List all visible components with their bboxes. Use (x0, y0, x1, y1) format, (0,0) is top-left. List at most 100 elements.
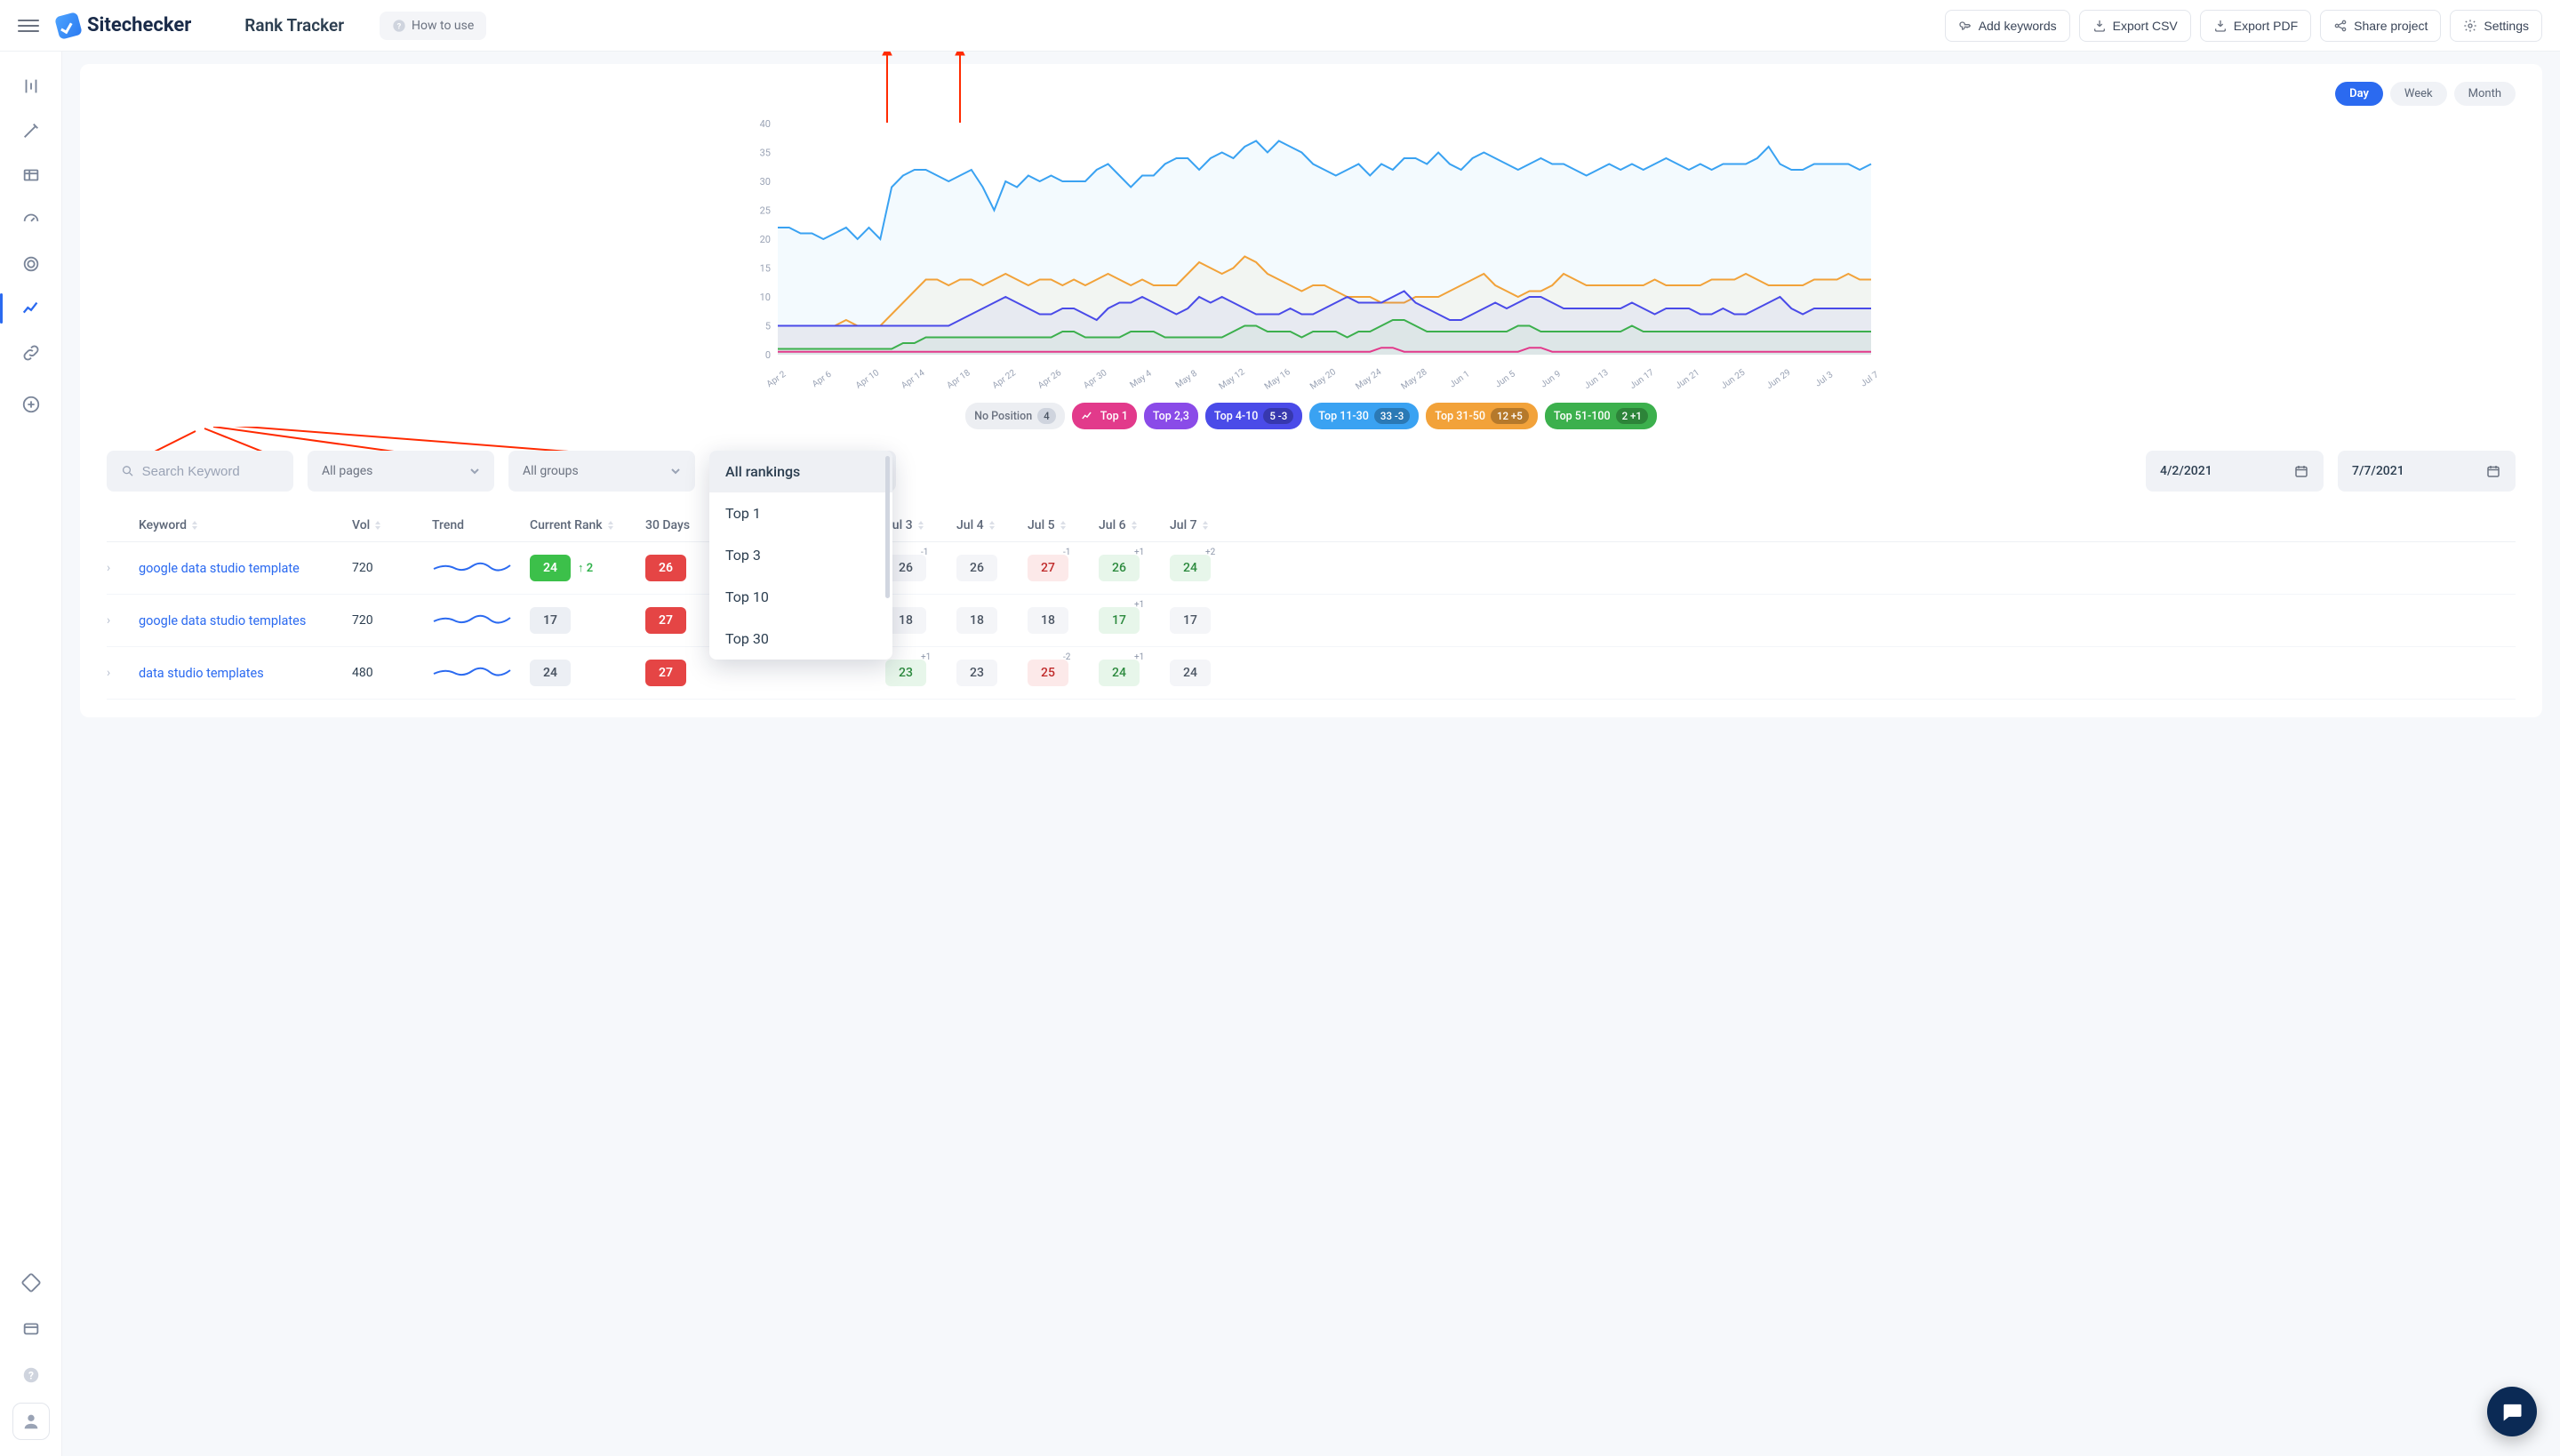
day-cell: -126 (885, 555, 956, 581)
col-jul3[interactable]: Jul 3 (885, 518, 956, 532)
sidebar-item-links[interactable] (12, 334, 50, 372)
col-jul6[interactable]: Jul 6 (1099, 518, 1170, 532)
day-cell: 18 (885, 607, 956, 634)
sidebar-item-rank-tracker[interactable] (12, 290, 50, 327)
sidebar-item-billing[interactable] (12, 1310, 50, 1348)
sidebar-item-crawl[interactable] (12, 68, 50, 105)
rankings-filter[interactable]: All rankings All rankingsTop 1Top 3Top 1… (709, 451, 896, 492)
dropdown-scrollbar[interactable] (885, 456, 890, 598)
legend-pill[interactable]: Top 51-1002 +1 (1545, 403, 1657, 429)
trend-cell (432, 556, 530, 580)
col-vol[interactable]: Vol (352, 518, 432, 532)
svg-text:?: ? (397, 21, 402, 31)
col-keyword[interactable]: Keyword (139, 518, 352, 532)
svg-text:25: 25 (760, 205, 771, 217)
day-cell: 23 (956, 660, 1028, 686)
pages-filter[interactable]: All pages (308, 451, 494, 492)
chevron-down-icon (469, 466, 480, 476)
granularity-month[interactable]: Month (2454, 82, 2516, 106)
sidebar-item-directions[interactable] (12, 1264, 50, 1301)
svg-text:Jun 21: Jun 21 (1674, 368, 1701, 390)
table-row: › google data studio templates 720 17 27… (107, 595, 2516, 647)
date-start-picker[interactable]: 4/2/2021 (2146, 451, 2324, 492)
svg-text:Apr 18: Apr 18 (945, 368, 972, 390)
svg-text:Jun 5: Jun 5 (1493, 369, 1517, 389)
chat-fab[interactable] (2487, 1387, 2537, 1436)
svg-text:15: 15 (760, 263, 771, 275)
date-end-picker[interactable]: 7/7/2021 (2338, 451, 2516, 492)
share-project-button[interactable]: Share project (2320, 10, 2441, 42)
vol-cell: 720 (352, 613, 432, 628)
sidebar-item-speed[interactable] (12, 201, 50, 238)
row-expand[interactable]: › (107, 561, 139, 575)
user-avatar[interactable] (12, 1403, 50, 1440)
keyword-link[interactable]: google data studio template (139, 561, 352, 576)
current-rank-cell: 17 (530, 607, 645, 634)
topbar-actions: Add keywords Export CSV Export PDF Share… (1945, 10, 2542, 42)
legend-pill[interactable]: Top 1 (1072, 403, 1137, 429)
legend-pill[interactable]: Top 11-3033 -3 (1309, 403, 1419, 429)
svg-text:May 16: May 16 (1263, 367, 1292, 390)
search-keyword-input[interactable] (107, 451, 293, 492)
svg-text:Jul 7: Jul 7 (1860, 370, 1881, 389)
legend-pill[interactable]: Top 4-105 -3 (1205, 403, 1302, 429)
brand-logo[interactable]: Sitechecker (57, 14, 191, 37)
keyword-link[interactable]: data studio templates (139, 666, 352, 681)
groups-filter[interactable]: All groups (508, 451, 695, 492)
svg-text:Apr 6: Apr 6 (811, 369, 834, 389)
svg-text:Apr 2: Apr 2 (765, 369, 788, 389)
col-jul5[interactable]: Jul 5 (1028, 518, 1099, 532)
rankings-option[interactable]: Top 3 (709, 534, 892, 576)
svg-text:Jul 3: Jul 3 (1813, 370, 1835, 388)
legend-pill[interactable]: Top 2,3 (1144, 403, 1198, 429)
settings-button[interactable]: Settings (2450, 10, 2542, 42)
keyword-link[interactable]: google data studio templates (139, 613, 352, 628)
day-cell: +124 (1099, 660, 1170, 686)
brand-name: Sitechecker (87, 14, 191, 36)
svg-text:Jun 1: Jun 1 (1448, 369, 1472, 389)
table-row: › google data studio template 720 24↑ 2 … (107, 542, 2516, 595)
svg-text:May 8: May 8 (1174, 369, 1200, 390)
granularity-week[interactable]: Week (2390, 82, 2447, 106)
sidebar-item-add[interactable] (12, 386, 50, 423)
export-pdf-button[interactable]: Export PDF (2200, 10, 2311, 42)
col-jul7[interactable]: Jul 7 (1170, 518, 1241, 532)
search-keyword-field[interactable] (142, 464, 279, 479)
rankings-option[interactable]: Top 30 (709, 618, 892, 660)
sidebar-item-table[interactable] (12, 156, 50, 194)
pages-filter-label: All pages (322, 464, 372, 478)
chat-icon (2500, 1399, 2524, 1424)
day-cell: 18 (1028, 607, 1099, 634)
menu-icon[interactable] (18, 20, 39, 32)
rankings-option[interactable]: All rankings (709, 451, 892, 492)
sidebar-item-help[interactable]: ? (12, 1356, 50, 1394)
add-keywords-label: Add keywords (1979, 19, 2057, 33)
calendar-icon (2485, 463, 2501, 479)
how-to-use-button[interactable]: ? How to use (380, 12, 486, 40)
add-keywords-button[interactable]: Add keywords (1945, 10, 2070, 42)
row-expand[interactable]: › (107, 613, 139, 628)
rank-trend-chart[interactable]: 0510152025303540Apr 2Apr 6Apr 10Apr 14Ap… (107, 115, 2516, 390)
svg-text:Apr 30: Apr 30 (1082, 368, 1109, 390)
logo-icon (54, 12, 83, 40)
legend-pill[interactable]: No Position4 (965, 403, 1065, 429)
col-jul4[interactable]: Jul 4 (956, 518, 1028, 532)
legend-pill[interactable]: Top 31-5012 +5 (1426, 403, 1538, 429)
vol-cell: 480 (352, 666, 432, 680)
svg-text:May 20: May 20 (1308, 367, 1338, 390)
svg-text:May 12: May 12 (1218, 367, 1247, 390)
row-expand[interactable]: › (107, 666, 139, 680)
svg-text:May 24: May 24 (1354, 367, 1383, 390)
rankings-option[interactable]: Top 1 (709, 492, 892, 534)
export-csv-label: Export CSV (2113, 19, 2178, 33)
svg-text:?: ? (28, 1370, 34, 1382)
sidebar-item-magic[interactable] (12, 112, 50, 149)
sidebar-item-target[interactable] (12, 245, 50, 283)
col-current-rank[interactable]: Current Rank (530, 518, 645, 532)
help-icon: ? (392, 19, 406, 33)
key-icon (1958, 19, 1972, 33)
export-csv-button[interactable]: Export CSV (2079, 10, 2191, 42)
share-icon (2333, 19, 2348, 33)
granularity-day[interactable]: Day (2335, 82, 2383, 106)
rankings-option[interactable]: Top 10 (709, 576, 892, 618)
